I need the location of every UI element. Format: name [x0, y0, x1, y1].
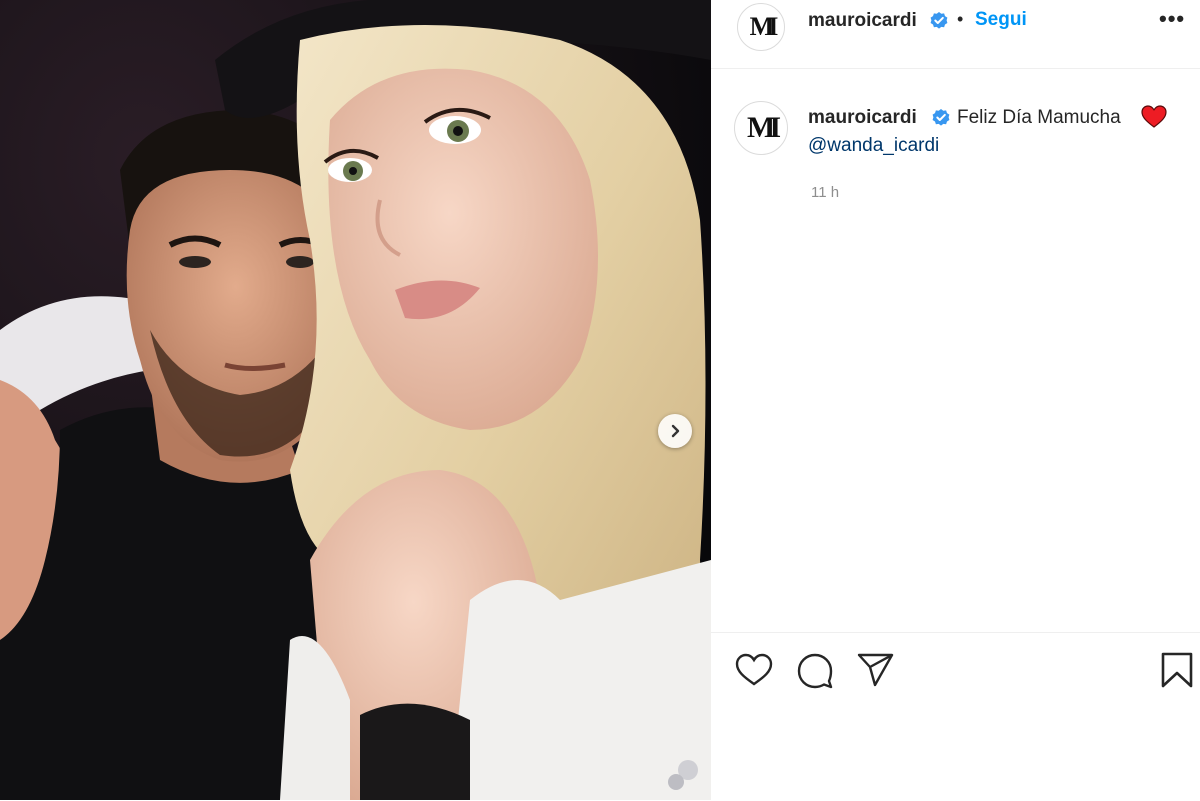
verified-badge-icon [930, 12, 948, 29]
comment-bubble-icon [797, 653, 833, 689]
caption-text: Feliz Día Mamucha [957, 107, 1121, 128]
comment-button[interactable] [796, 653, 834, 694]
caption-username-link[interactable]: mauroicardi [808, 107, 917, 129]
photo-illustration [0, 0, 711, 800]
paper-plane-icon [857, 653, 894, 687]
like-button[interactable] [735, 653, 773, 692]
heart-outline-icon [735, 653, 773, 686]
post-header: MI mauroicardi • Segui ••• [711, 0, 1200, 69]
next-photo-button[interactable] [658, 414, 692, 448]
red-heart-emoji-icon [1141, 105, 1167, 128]
username-link[interactable]: mauroicardi [808, 10, 917, 32]
chevron-right-icon [671, 424, 680, 438]
caption-avatar[interactable]: MI [734, 101, 788, 155]
avatar-monogram: MI [749, 12, 779, 41]
avatar-monogram: MI [747, 111, 781, 144]
save-button[interactable] [1160, 651, 1194, 694]
bookmark-icon [1161, 652, 1193, 688]
follow-button[interactable]: Segui [975, 9, 1027, 31]
mention-link[interactable]: @wanda_icardi [808, 135, 939, 157]
separator-dot: • [957, 9, 964, 29]
more-options-button[interactable]: ••• [1159, 6, 1185, 32]
avatar[interactable]: MI [737, 3, 785, 51]
verified-badge-icon [932, 109, 950, 126]
post-timestamp[interactable]: 11 h [811, 184, 839, 201]
action-bar [711, 632, 1200, 801]
share-button[interactable] [857, 652, 895, 693]
post-photo[interactable] [0, 0, 711, 800]
post-side-panel: MI mauroicardi • Segui ••• MI mauroicard… [711, 0, 1200, 800]
